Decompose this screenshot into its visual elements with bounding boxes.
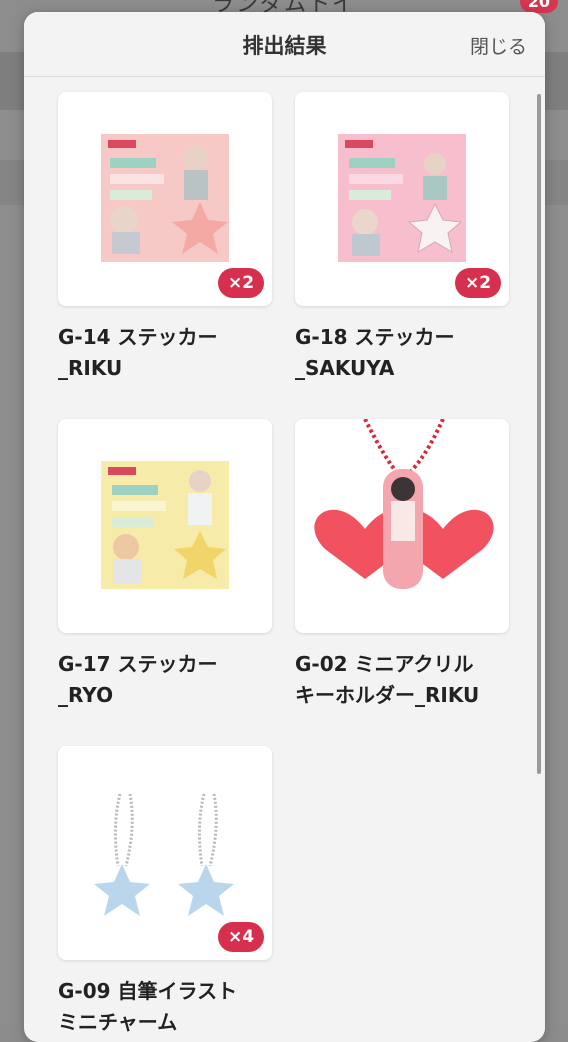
modal-title: 排出結果 — [242, 34, 327, 58]
result-item[interactable]: ×2 G-14 ステッカー _RIKU — [58, 92, 272, 384]
item-name: G-02 ミニアクリル キーホルダー_RIKU — [295, 652, 480, 707]
item-thumbnail: ×2 — [58, 92, 272, 306]
result-modal: 排出結果 閉じる ×2 G-14 ステッカー _RIKU ×2 G-18 ステッ… — [24, 12, 545, 1042]
item-thumbnail — [58, 419, 272, 633]
quantity-badge: ×2 — [218, 268, 264, 298]
quantity-badge: ×2 — [455, 268, 501, 298]
item-name: G-14 ステッカー _RIKU — [58, 325, 218, 380]
scrollbar[interactable] — [537, 94, 541, 774]
result-item[interactable]: G-02 ミニアクリル キーホルダー_RIKU — [295, 418, 509, 711]
quantity-badge: ×4 — [218, 922, 264, 952]
item-name: G-17 ステッカー _RYO — [58, 652, 218, 707]
item-thumbnail: ×2 — [295, 92, 509, 306]
result-item[interactable]: ×4 G-09 自筆イラスト ミニチャーム — [58, 746, 272, 1038]
item-name: G-09 自筆イラスト ミニチャーム — [58, 979, 238, 1034]
close-button[interactable]: 閉じる — [470, 32, 527, 59]
keyholder-image — [314, 418, 494, 589]
result-item[interactable]: ×2 G-18 ステッカー _SAKUYA — [295, 92, 509, 384]
item-thumbnail: ×4 — [58, 746, 272, 960]
sticker-sheet-image — [101, 461, 229, 589]
modal-header: 排出結果 閉じる — [24, 12, 545, 77]
result-item[interactable]: G-17 ステッカー _RYO — [58, 419, 272, 711]
item-name: G-18 ステッカー _SAKUYA — [295, 325, 455, 380]
item-thumbnail — [295, 418, 509, 633]
